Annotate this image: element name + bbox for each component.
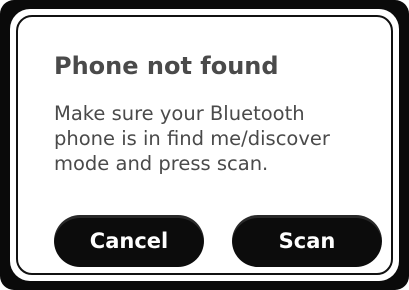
cancel-button[interactable]: Cancel (54, 215, 204, 267)
dialog-message-line-1: Make sure your Bluetooth (54, 102, 305, 125)
phone-not-found-dialog: Phone not found Make sure your Bluetooth… (10, 9, 399, 281)
screen-frame: Phone not found Make sure your Bluetooth… (0, 0, 409, 290)
scan-button[interactable]: Scan (232, 215, 382, 267)
dialog-message-line-3: mode and press scan. (54, 152, 269, 175)
dialog-title: Phone not found (54, 52, 279, 80)
dialog-message: Make sure your Bluetooth phone is in fin… (54, 101, 399, 176)
dialog-message-line-2: phone is in find me/discover (54, 127, 330, 150)
